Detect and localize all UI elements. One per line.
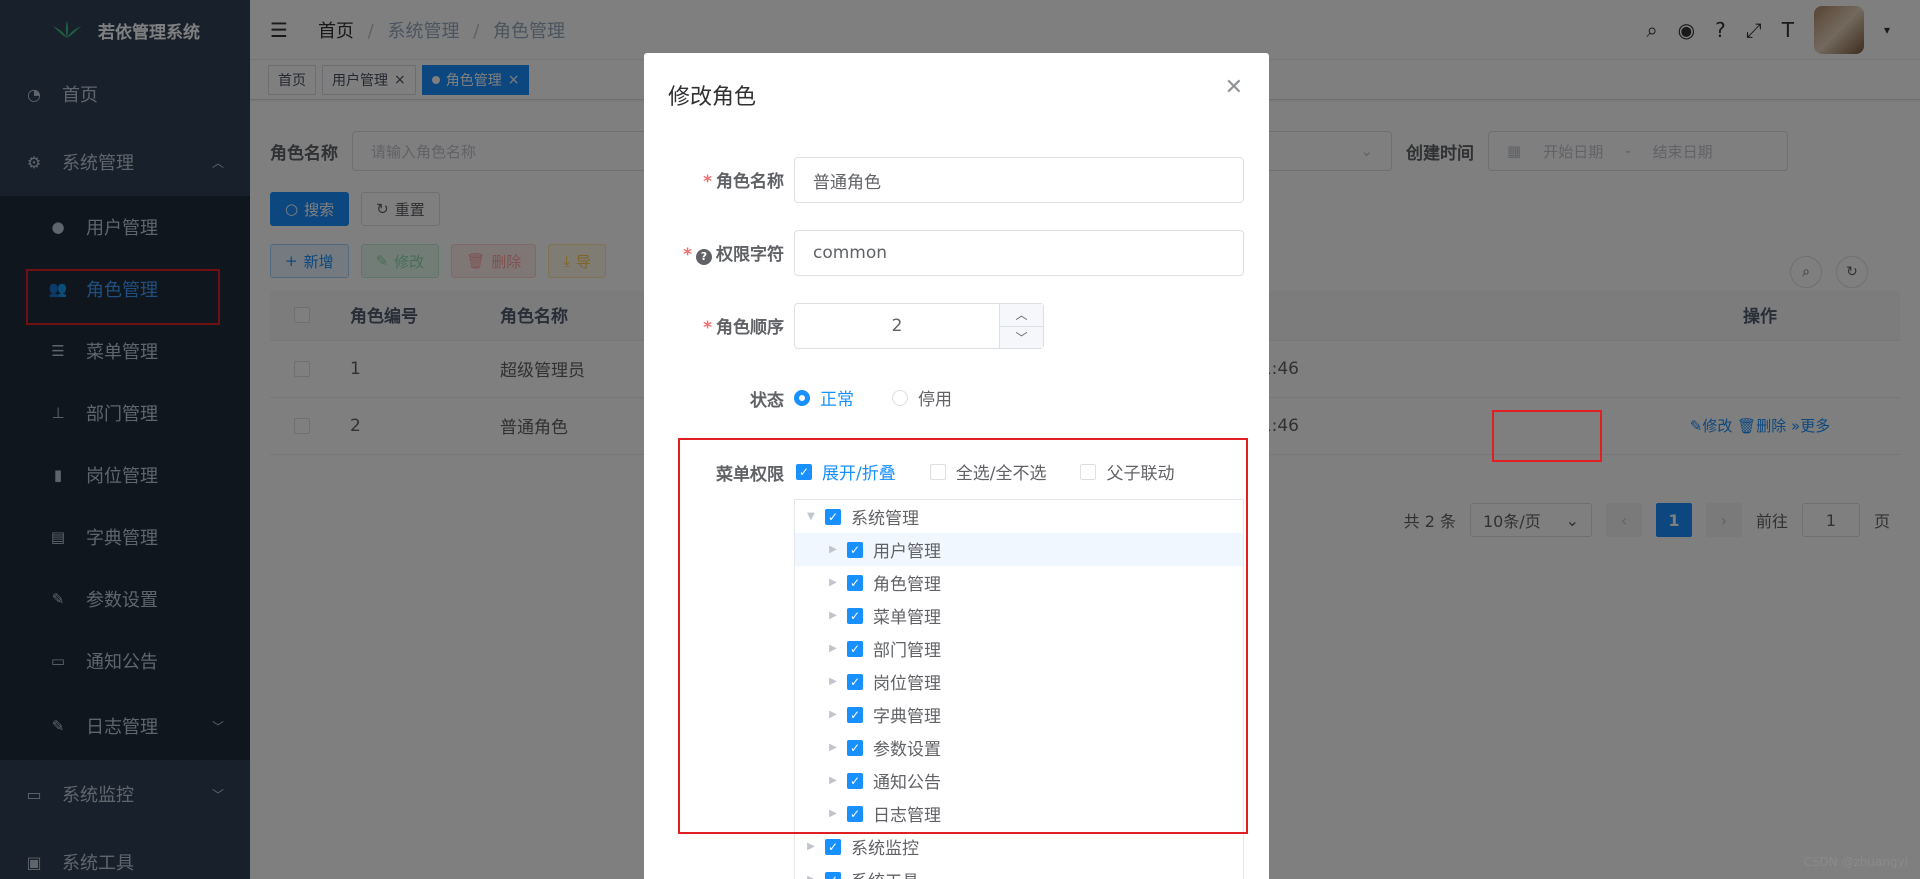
tree-checkbox[interactable]: ✓ (825, 871, 841, 879)
highlight-box (678, 438, 1248, 834)
role-name-input[interactable]: 普通角色 (794, 157, 1244, 203)
watermark: CSDN @zhuangyi (1803, 855, 1908, 869)
stepper-value[interactable]: 2 (795, 304, 999, 348)
label-text: 角色顺序 (716, 318, 784, 338)
caret-right-icon[interactable]: ▶ (801, 841, 821, 852)
highlight-box (1492, 410, 1602, 462)
decrease-icon[interactable]: ﹀ (1000, 325, 1043, 349)
status-radio-group: 正常 停用 (794, 385, 952, 410)
label-text: 权限字符 (716, 245, 784, 265)
label-text: 角色名称 (716, 172, 784, 192)
dialog-title: 修改角色 (668, 85, 757, 110)
status-normal-radio[interactable]: 正常 (794, 385, 854, 410)
role-sort-stepper[interactable]: 2 ︿ ﹀ (794, 303, 1044, 349)
role-name-label: * 角色名称 (703, 172, 784, 192)
caret-right-icon[interactable]: ▶ (801, 874, 821, 879)
role-key-input[interactable]: common (794, 230, 1244, 276)
input-value: common (813, 243, 888, 263)
tree-node[interactable]: ▶ ✓ 系统监控 (795, 830, 1243, 863)
radio-label: 正常 (820, 390, 854, 410)
tree-node[interactable]: ▶ ✓ 系统工具 (795, 863, 1243, 879)
tree-node-label: 系统工具 (851, 867, 919, 879)
tree-node-label: 系统监控 (851, 839, 919, 859)
close-icon[interactable]: ✕ (1225, 75, 1243, 100)
role-key-label: *? 权限字符 (683, 245, 784, 265)
radio-label: 停用 (918, 390, 952, 410)
status-disabled-radio[interactable]: 停用 (892, 385, 952, 410)
role-sort-label: * 角色顺序 (703, 318, 784, 338)
input-value: 普通角色 (813, 172, 881, 193)
tree-checkbox[interactable]: ✓ (825, 838, 841, 855)
question-icon[interactable]: ? (696, 248, 712, 265)
increase-icon[interactable]: ︿ (1000, 304, 1043, 326)
status-label: 状态 (750, 391, 784, 411)
